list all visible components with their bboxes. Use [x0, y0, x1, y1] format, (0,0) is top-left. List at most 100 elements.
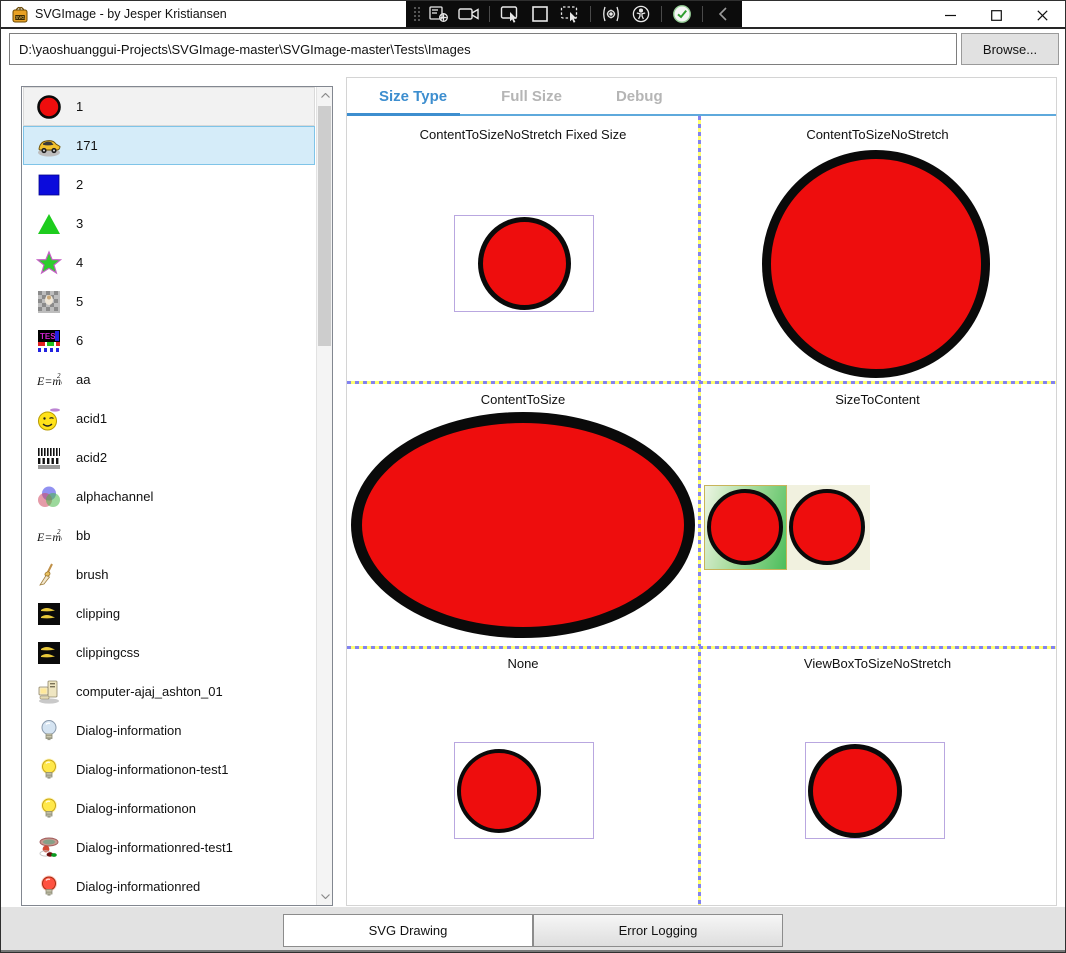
grid-vertical-divider — [698, 116, 701, 905]
window-title: SVGImage - by Jesper Kristiansen — [35, 7, 227, 21]
list-item-Dialog-informationon-test1[interactable]: Dialog-informationon-test1 — [23, 750, 315, 789]
red-circle-image — [478, 217, 571, 310]
scrollbar-thumb[interactable] — [318, 106, 331, 346]
svg-text:2: 2 — [57, 528, 61, 536]
stripes-icon — [36, 445, 62, 471]
video-camera-icon[interactable] — [456, 4, 482, 24]
tab-strip: Size Type Full Size Debug — [347, 78, 1056, 116]
title-bar: SVG SVGImage - by Jesper Kristiansen — [1, 1, 1065, 29]
list-item-label: 1 — [76, 99, 83, 114]
svg-text:TES: TES — [40, 332, 56, 341]
list-item-2[interactable]: 2 — [23, 165, 315, 204]
list-item-aa[interactable]: E=mc2 aa — [23, 360, 315, 399]
list-item-clipping[interactable]: clipping — [23, 594, 315, 633]
select-window-icon[interactable] — [527, 4, 553, 24]
status-check-icon[interactable] — [669, 4, 695, 24]
list-item-label: 171 — [76, 138, 98, 153]
tab-debug[interactable]: Debug — [604, 78, 675, 114]
size-to-content-group — [704, 485, 870, 570]
bottom-bar: SVG DrawingError Logging — [1, 907, 1065, 952]
tab-size-type[interactable]: Size Type — [367, 78, 459, 114]
maximize-button[interactable] — [973, 1, 1019, 29]
red-circle-icon — [36, 94, 62, 120]
list-item-acid2[interactable]: acid2 — [23, 438, 315, 477]
cell-title: SizeToContent — [699, 392, 1056, 407]
cell-title: ContentToSizeNoStretch Fixed Size — [347, 127, 699, 142]
smiley-icon — [36, 406, 62, 432]
list-item-171[interactable]: 171 — [23, 126, 315, 165]
list-item-clippingcss[interactable]: clippingcss — [23, 633, 315, 672]
bulb-gray-icon — [36, 718, 62, 744]
grid-horizontal-divider-2 — [347, 646, 1056, 649]
red-circle-image — [789, 489, 865, 565]
noise-image-icon — [36, 289, 62, 315]
list-item-label: Dialog-information — [76, 723, 182, 738]
formula-icon: E=mc2 — [36, 367, 62, 393]
grip-handle-icon — [412, 4, 422, 24]
minimize-button[interactable] — [927, 1, 973, 29]
window-controls — [927, 1, 1065, 29]
scroll-up-button[interactable] — [317, 87, 333, 104]
select-region-icon[interactable] — [497, 4, 523, 24]
main-panel: Size Type Full Size Debug ContentToSizeNoS… — [346, 77, 1057, 906]
bottom-tab-error-logging[interactable]: Error Logging — [533, 914, 783, 947]
collapse-chevron-icon[interactable] — [710, 4, 736, 24]
green-triangle-icon — [36, 211, 62, 237]
list-item-4[interactable]: 4 — [23, 243, 315, 282]
list-item-label: Dialog-informationred — [76, 879, 200, 894]
app-window: SVG SVGImage - by Jesper Kristiansen Bro… — [0, 0, 1066, 953]
cell-title: ContentToSizeNoStretch — [699, 127, 1056, 142]
list-item-1[interactable]: 1 — [23, 87, 315, 126]
bottom-tab-svg-drawing[interactable]: SVG Drawing — [283, 914, 533, 947]
list-item-3[interactable]: 3 — [23, 204, 315, 243]
list-item-label: aa — [76, 372, 90, 387]
list-item-bb[interactable]: E=mc2bb — [23, 516, 315, 555]
brush-icon — [36, 562, 62, 588]
list-item-Dialog-informationred-test1[interactable]: Dialog-informationred-test1 — [23, 828, 315, 867]
list-item-Dialog-informationred[interactable]: Dialog-informationred — [23, 867, 315, 906]
select-scrolling-icon[interactable] — [557, 4, 583, 24]
alpha-circles-icon — [36, 484, 62, 510]
tab-full-size[interactable]: Full Size — [489, 78, 574, 114]
list-item-alphachannel[interactable]: alphachannel — [23, 477, 315, 516]
list-item-label: computer-ajaj_ashton_01 — [76, 684, 223, 699]
car-icon — [36, 133, 62, 159]
list-item-Dialog-informationon[interactable]: Dialog-informationon — [23, 789, 315, 828]
list-item-6[interactable]: TES6 — [23, 321, 315, 360]
list-item-label: bb — [76, 528, 90, 543]
red-circle-image — [457, 749, 541, 833]
list-item-5[interactable]: 5 — [23, 282, 315, 321]
green-star-icon — [36, 250, 62, 276]
list-item-computer-ajaj_ashton_01[interactable]: computer-ajaj_ashton_01 — [23, 672, 315, 711]
list-scrollbar — [316, 87, 332, 905]
capture-settings-icon[interactable] — [426, 4, 452, 24]
list-item-label: clippingcss — [76, 645, 140, 660]
clipped-car-icon — [36, 640, 62, 666]
grid-horizontal-divider-1 — [347, 381, 1056, 384]
cell-title: None — [347, 656, 699, 671]
computer-icon — [36, 679, 62, 705]
list-item-label: brush — [76, 567, 109, 582]
blue-square-icon — [36, 172, 62, 198]
path-input[interactable] — [9, 33, 957, 65]
list-item-acid1[interactable]: acid1 — [23, 399, 315, 438]
bulb-yellow-icon — [36, 757, 62, 783]
test-pattern-icon: TES — [36, 328, 62, 354]
cell-title: ViewBoxToSizeNoStretch — [699, 656, 1056, 671]
browse-button[interactable]: Browse... — [961, 33, 1059, 65]
svg-viewport-box — [454, 742, 594, 839]
screen-capture-toolbar — [406, 1, 742, 27]
toolbar-divider — [590, 6, 591, 22]
list-item-brush[interactable]: brush — [23, 555, 315, 594]
bulb-red-icon — [36, 874, 62, 900]
list-item-Dialog-information[interactable]: Dialog-information — [23, 711, 315, 750]
accessibility-icon[interactable] — [628, 4, 654, 24]
app-icon: SVG — [11, 6, 29, 24]
scroll-down-button[interactable] — [317, 888, 333, 905]
list-item-label: alphachannel — [76, 489, 153, 504]
close-button[interactable] — [1019, 1, 1065, 29]
toolbar-divider — [661, 6, 662, 22]
red-ellipse-image — [351, 412, 695, 638]
list-item-label: Dialog-informationred-test1 — [76, 840, 233, 855]
process-gear-icon[interactable] — [598, 4, 624, 24]
